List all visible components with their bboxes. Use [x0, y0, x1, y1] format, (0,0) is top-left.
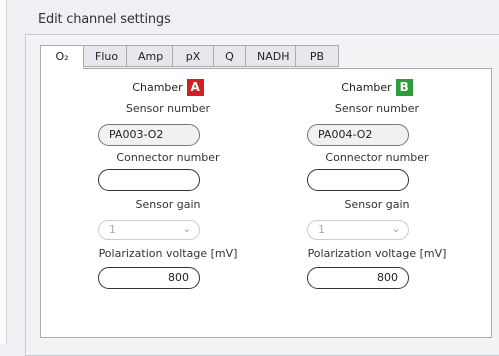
tab-amp[interactable]: Amp: [126, 45, 172, 67]
polarization-voltage-label-b: Polarization voltage [mV]: [307, 247, 447, 260]
connector-number-label-b: Connector number: [325, 151, 429, 164]
chamber-a-header: Chamber A: [93, 79, 243, 96]
sensor-number-field-b[interactable]: PA004-O2: [307, 124, 409, 146]
tab-fluo[interactable]: Fluo: [83, 45, 126, 67]
sensor-number-label-a: Sensor number: [125, 102, 211, 115]
connector-number-label-a: Connector number: [116, 151, 220, 164]
chevron-down-icon: ⌄: [391, 224, 400, 235]
chamber-b-header: Chamber B: [302, 79, 452, 96]
tab-px[interactable]: pX: [172, 45, 213, 67]
polarization-voltage-field-b[interactable]: 800: [307, 267, 409, 289]
chamber-b-label: Chamber: [341, 81, 392, 94]
sensor-number-label-b: Sensor number: [334, 102, 420, 115]
tab-bar: O₂ Fluo Amp pX Q NADH PB: [40, 45, 339, 69]
sensor-number-field-a[interactable]: PA003-O2: [98, 124, 200, 146]
window-left-edge: [0, 0, 7, 344]
sensor-gain-select-a[interactable]: 1 ⌄: [98, 220, 200, 240]
sensor-gain-select-b[interactable]: 1 ⌄: [307, 220, 409, 240]
chamber-a-badge: A: [186, 79, 204, 96]
sensor-gain-value-b: 1: [318, 223, 325, 236]
chevron-down-icon: ⌄: [182, 224, 191, 235]
tab-pb[interactable]: PB: [295, 45, 339, 67]
polarization-voltage-label-a: Polarization voltage [mV]: [98, 247, 238, 260]
chamber-b-badge: B: [395, 79, 413, 96]
tab-o2[interactable]: O₂: [40, 45, 83, 69]
connector-number-field-b[interactable]: [307, 169, 409, 191]
chamber-a-label: Chamber: [132, 81, 183, 94]
group-title: Edit channel settings: [38, 12, 171, 27]
polarization-voltage-field-a[interactable]: 800: [98, 267, 200, 289]
connector-number-field-a[interactable]: [98, 169, 200, 191]
tab-panel-o2: Chamber A Sensor number PA003-O2 Connect…: [40, 68, 492, 338]
tab-nadh[interactable]: NADH: [245, 45, 295, 67]
tab-q[interactable]: Q: [213, 45, 245, 67]
sensor-gain-label-a: Sensor gain: [135, 198, 201, 211]
sensor-gain-label-b: Sensor gain: [344, 198, 410, 211]
sensor-gain-value-a: 1: [109, 223, 116, 236]
